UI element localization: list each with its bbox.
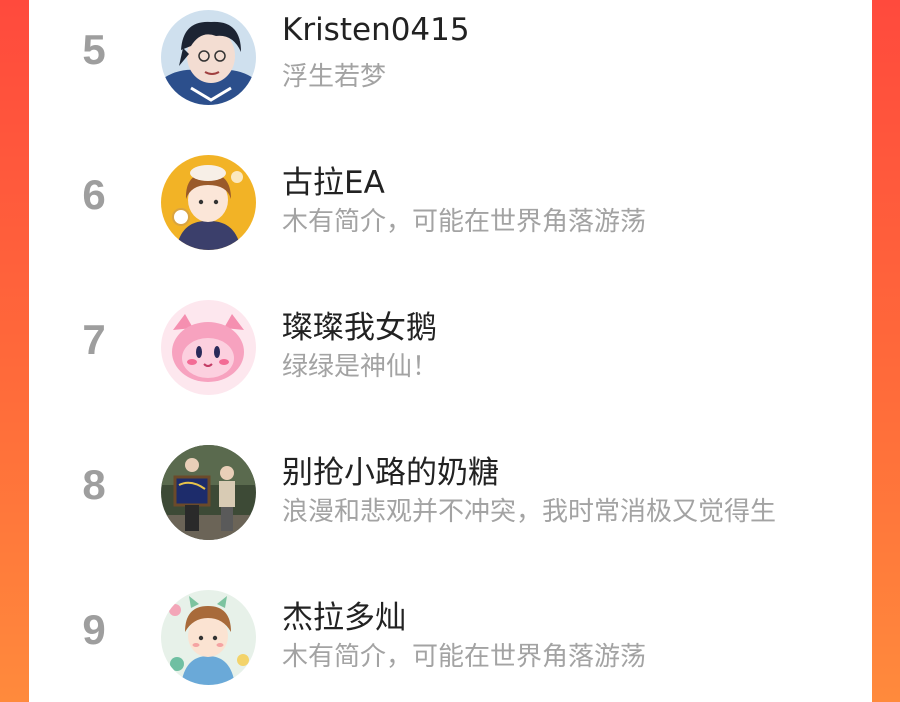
- rank-number: 9: [82, 606, 106, 653]
- rank-number: 6: [82, 171, 106, 218]
- user-avatar[interactable]: [161, 300, 256, 395]
- user-name[interactable]: 璨璨我女鹅: [282, 302, 437, 347]
- user-bio: 绿绿是神仙！: [282, 352, 439, 382]
- user-avatar[interactable]: [161, 590, 256, 685]
- rank-number: 7: [82, 316, 106, 363]
- user-bio: 木有简介，可能在世界角落游荡: [282, 642, 647, 672]
- ranking-row-7[interactable]: 7 璨璨我女鹅 绿绿是神仙！: [29, 290, 872, 434]
- user-bio: 浮生若梦: [282, 62, 387, 92]
- user-bio: 木有简介，可能在世界角落游荡: [282, 207, 647, 237]
- user-name[interactable]: 古拉EA: [282, 157, 385, 202]
- user-avatar[interactable]: [161, 445, 256, 540]
- user-avatar[interactable]: [161, 10, 256, 105]
- user-name[interactable]: 别抢小路的奶糖: [282, 447, 499, 492]
- rank-number: 5: [82, 26, 106, 73]
- rank-number: 8: [82, 461, 106, 508]
- ranking-row-9[interactable]: 9 杰拉多灿 木有简介，可能在世界角落游荡: [29, 580, 872, 702]
- ranking-row-8[interactable]: 8 别抢小路的奶糖 浪漫和悲观并不冲突，我时常消极又觉得生: [29, 435, 872, 579]
- user-name[interactable]: Kristen0415: [282, 12, 470, 48]
- ranking-list-panel: 5 Kristen0415 浮生若梦 6 古拉EA 木有简介，可能在世界角落游荡…: [29, 0, 872, 702]
- user-bio: 浪漫和悲观并不冲突，我时常消极又觉得生: [282, 497, 777, 527]
- user-avatar[interactable]: [161, 155, 256, 250]
- ranking-row-6[interactable]: 6 古拉EA 木有简介，可能在世界角落游荡: [29, 145, 872, 289]
- ranking-row-5[interactable]: 5 Kristen0415 浮生若梦: [29, 0, 872, 144]
- user-name[interactable]: 杰拉多灿: [282, 592, 406, 637]
